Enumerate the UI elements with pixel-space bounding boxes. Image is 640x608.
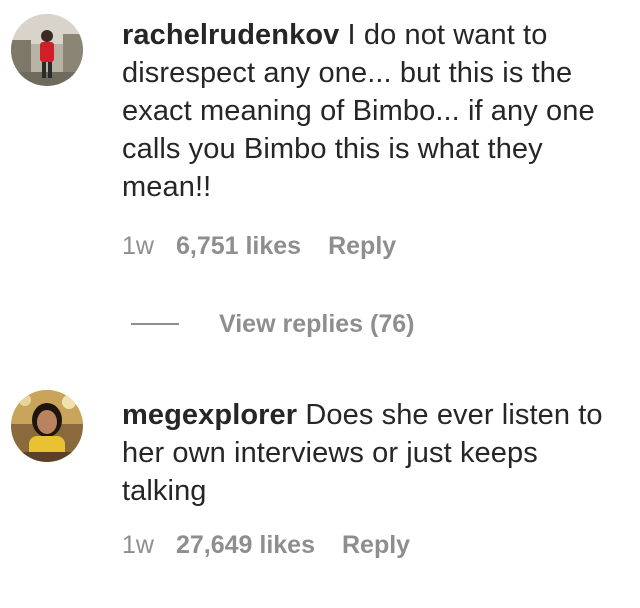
likes-count[interactable]: 6,751 likes: [176, 232, 301, 261]
comment-body: megexplorer Does she ever listen to her …: [122, 396, 627, 510]
reply-button[interactable]: Reply: [328, 232, 396, 261]
comment-time[interactable]: 1w: [122, 531, 154, 560]
comment-username[interactable]: rachelrudenkov: [122, 19, 339, 51]
comment-body: rachelrudenkov I do not want to disrespe…: [122, 16, 627, 206]
replies-divider: [131, 323, 179, 325]
comment-meta: 1w 27,649 likes Reply: [122, 531, 410, 560]
avatar[interactable]: [11, 390, 83, 462]
avatar-image: [11, 390, 83, 462]
view-replies-label: View replies (76): [219, 309, 415, 338]
reply-button[interactable]: Reply: [342, 531, 410, 560]
avatar[interactable]: [11, 14, 83, 86]
view-replies-button[interactable]: View replies (76): [131, 308, 414, 340]
avatar-image: [11, 14, 83, 86]
comment-username[interactable]: megexplorer: [122, 399, 297, 431]
comment-meta: 1w 6,751 likes Reply: [122, 232, 396, 261]
likes-count[interactable]: 27,649 likes: [176, 531, 315, 560]
comment-time[interactable]: 1w: [122, 232, 154, 261]
